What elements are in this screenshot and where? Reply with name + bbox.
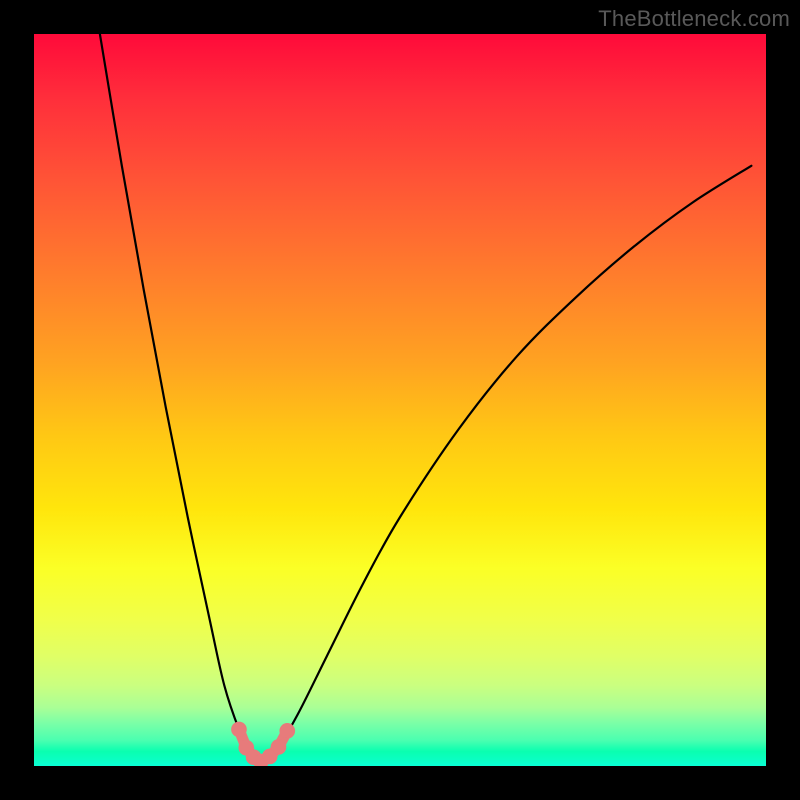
plot-area <box>34 34 766 766</box>
trough-dots-group <box>232 722 295 766</box>
trough-dot <box>271 740 286 755</box>
watermark-credit: TheBottleneck.com <box>598 6 790 32</box>
curve-layer <box>34 34 766 766</box>
bottleneck-curve <box>100 34 751 762</box>
chart-container: TheBottleneck.com <box>0 0 800 800</box>
trough-dot <box>232 722 247 737</box>
trough-dot <box>280 724 295 739</box>
